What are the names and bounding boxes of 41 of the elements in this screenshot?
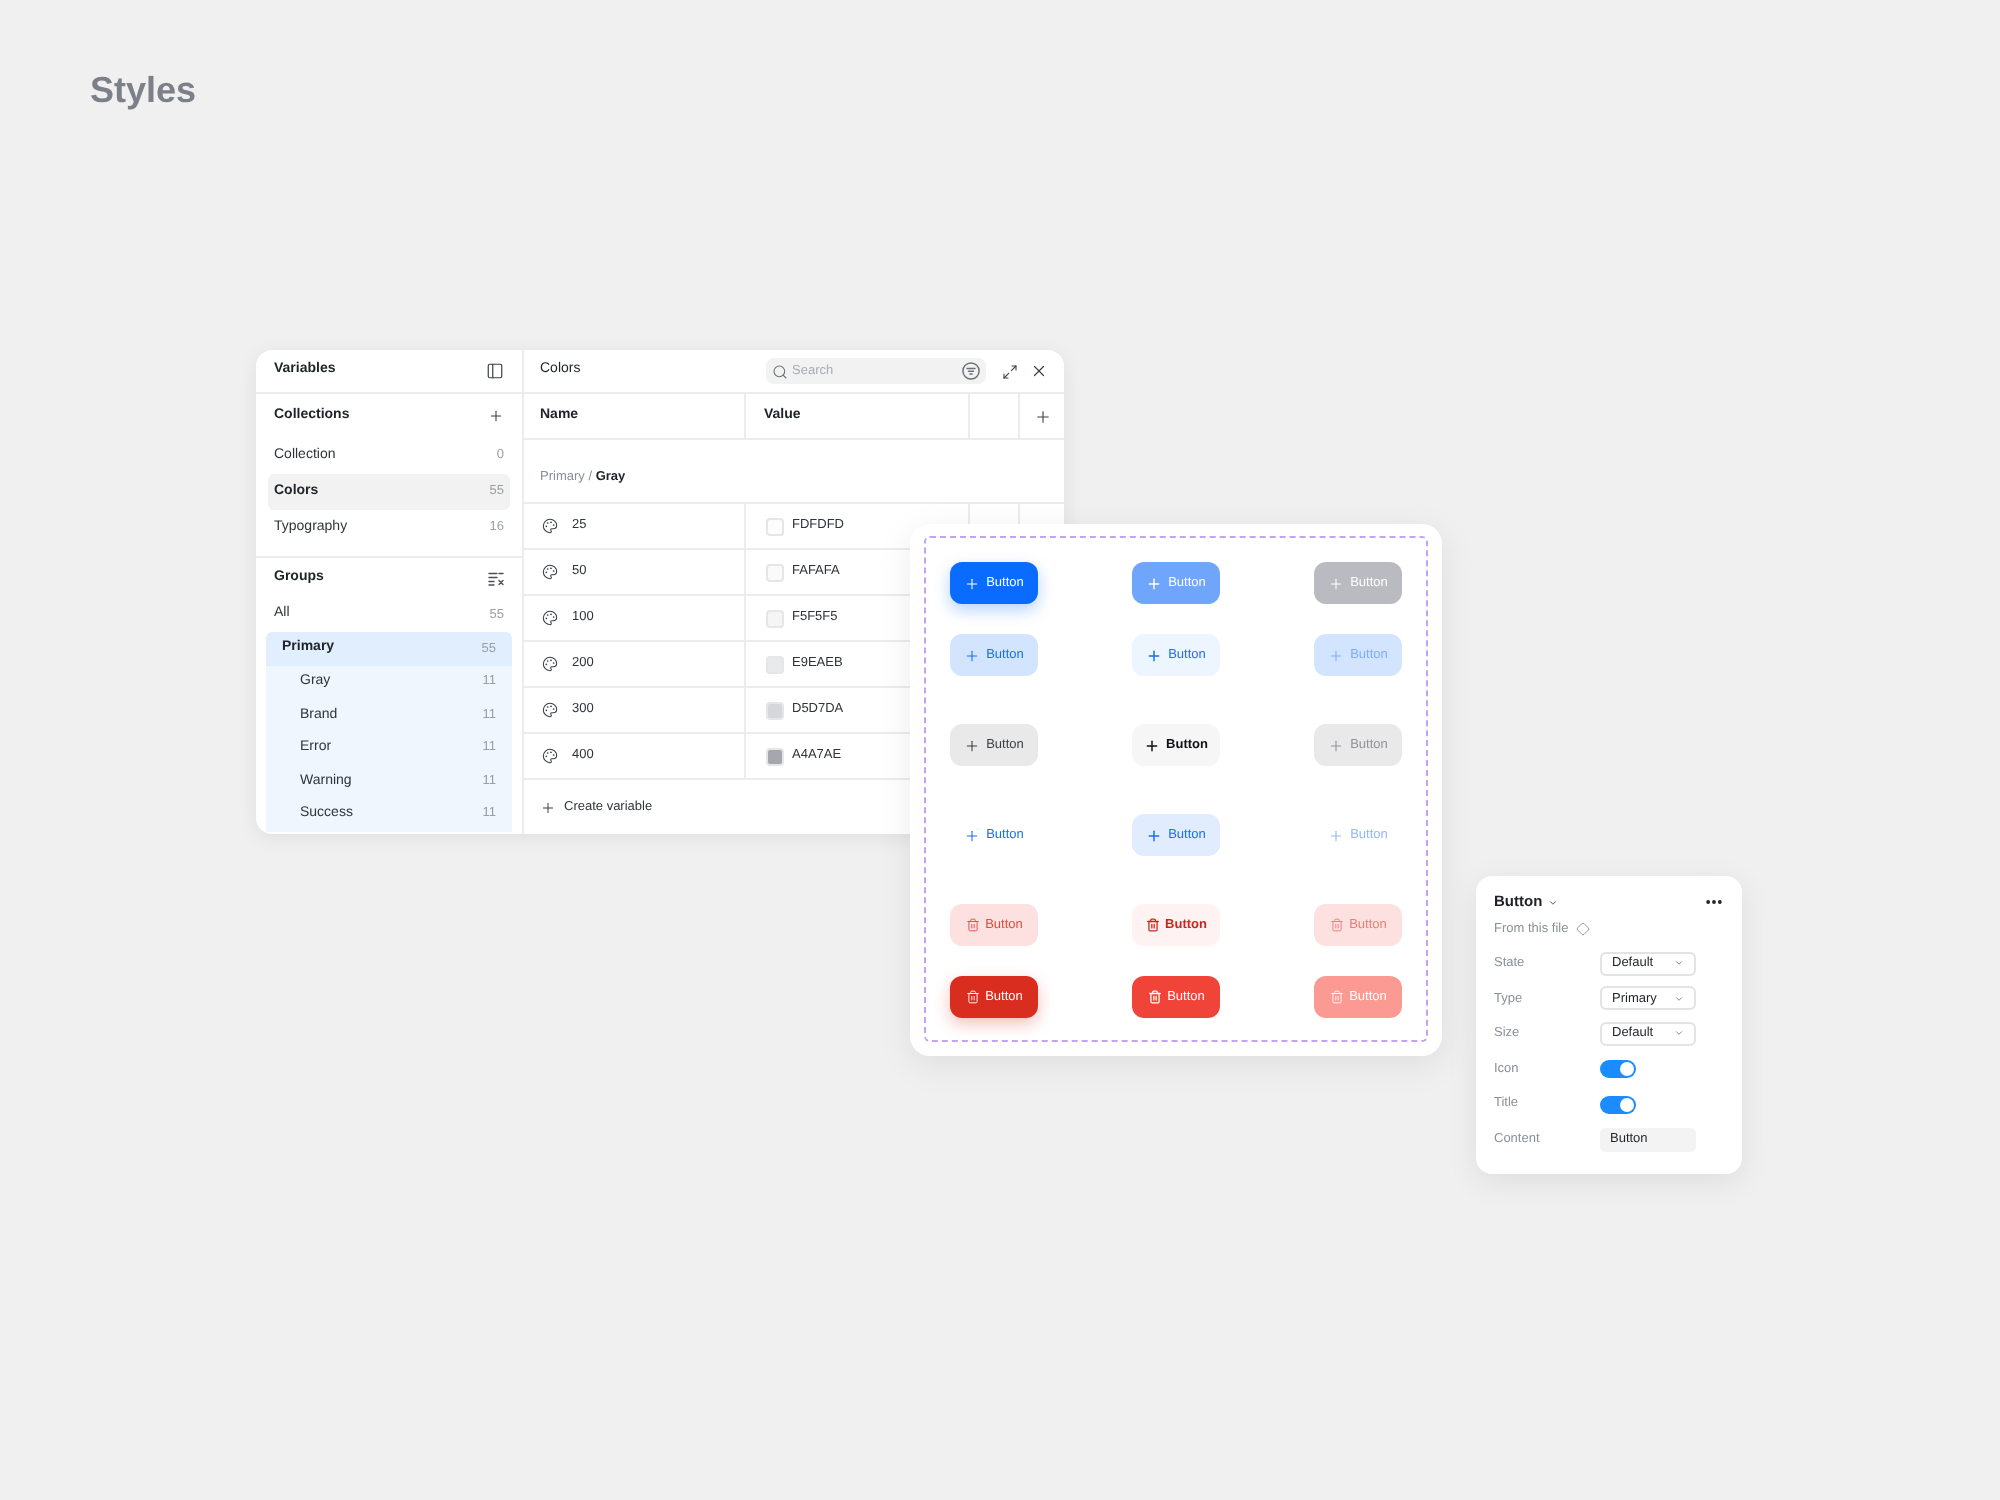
plus-icon [1144,737,1161,753]
trash-icon [965,918,980,932]
palette-icon [542,702,558,718]
search-icon [772,363,788,379]
palette-icon [542,610,558,626]
plus-icon [964,647,981,663]
plus-icon [1146,827,1163,843]
plus-icon [964,827,981,843]
palette-icon [542,518,558,534]
toggle-switch[interactable] [1600,1060,1636,1079]
diamond-icon [1576,922,1591,936]
palette-icon [542,564,558,580]
plus-icon [1328,737,1345,753]
plus-icon [1146,647,1163,663]
expand-icon[interactable] [1002,363,1018,379]
trash-icon [1145,918,1160,932]
toggle-switch[interactable] [1600,1095,1636,1114]
palette-icon [542,748,558,764]
filter-icon[interactable] [962,362,980,380]
close-icon[interactable] [1030,362,1048,380]
plus-icon[interactable] [488,408,504,424]
plus-icon[interactable] [1033,407,1051,425]
chevron-down-icon [1674,993,1684,1004]
plus-icon [1146,575,1163,591]
plus-icon [1328,827,1345,843]
plus-icon [1328,647,1345,663]
plus-icon [964,575,981,591]
sidebar-icon[interactable] [486,362,504,380]
chevron-down-icon [1548,897,1559,907]
trash-icon [1147,990,1162,1004]
trash-icon [1329,990,1344,1004]
plus-icon [1328,575,1345,591]
page-title: Styles [90,68,197,112]
plus-icon [540,799,556,815]
plus-icon [964,737,981,753]
chevron-down-icon [1674,1028,1684,1039]
list-icon[interactable] [488,571,504,585]
palette-icon [542,656,558,672]
trash-icon [1329,918,1344,932]
trash-icon [965,990,980,1004]
chevron-down-icon [1674,958,1684,969]
